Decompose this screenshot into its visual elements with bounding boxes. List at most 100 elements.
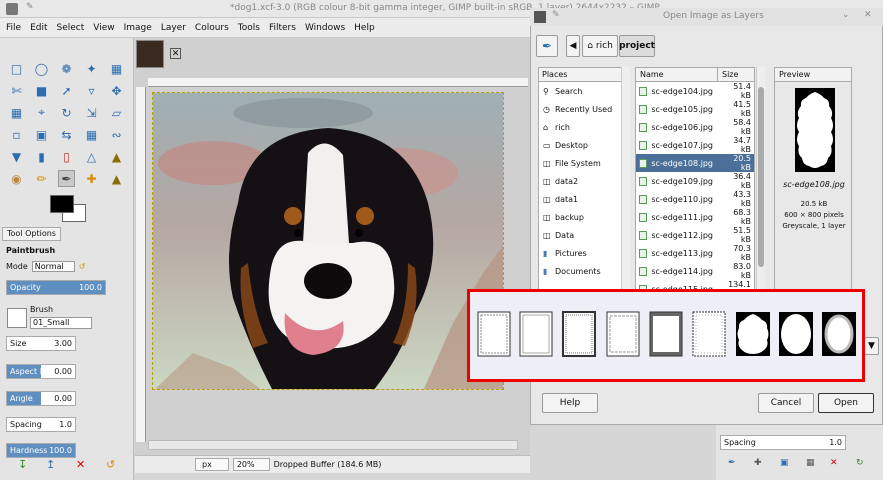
perspective-icon[interactable]: ▫ <box>8 126 25 143</box>
aspect-slider[interactable]: Aspect Ra... 0.00 <box>6 364 76 379</box>
tab-tool-options[interactable]: Tool Options <box>2 227 61 241</box>
cage-icon[interactable]: ▦ <box>83 126 100 143</box>
path-project-button[interactable]: project <box>619 35 655 57</box>
place-filesystem[interactable]: ◫ File System <box>539 154 629 172</box>
place-pictures[interactable]: ▮ Pictures <box>539 244 629 262</box>
file-row[interactable]: sc-edge105.jpg 41.5 kB <box>636 100 754 118</box>
path-rich-button[interactable]: ⌂ rich <box>582 35 618 57</box>
menu-edit[interactable]: Edit <box>30 23 47 33</box>
fuzzy-select-icon[interactable]: ✦ <box>83 60 100 77</box>
delete-layer-icon[interactable]: ✕ <box>830 458 838 468</box>
brush-preview[interactable] <box>7 308 27 328</box>
dialog-close-icon[interactable]: ✕ <box>864 10 872 20</box>
menu-filters[interactable]: Filters <box>269 23 296 33</box>
menu-view[interactable]: View <box>93 23 114 33</box>
place-data1[interactable]: ◫ data1 <box>539 190 629 208</box>
crop-icon[interactable]: ⌖ <box>33 104 50 121</box>
opacity-slider[interactable]: Opacity 100.0 <box>6 280 106 295</box>
color-select-icon[interactable]: ▦ <box>108 60 125 77</box>
foreground-select-icon[interactable]: ■ <box>33 82 50 99</box>
menu-windows[interactable]: Windows <box>305 23 345 33</box>
close-tab-icon[interactable]: ✕ <box>170 48 181 59</box>
foreground-color-swatch[interactable] <box>50 195 74 213</box>
restore-options-icon[interactable]: ↥ <box>46 458 55 471</box>
zoom-select[interactable]: 20% <box>232 458 270 471</box>
spacing-slider[interactable]: Spacing 1.0 <box>6 417 76 432</box>
file-row[interactable]: sc-edge109.jpg 36.4 kB <box>636 172 754 190</box>
save-options-icon[interactable]: ↧ <box>18 458 27 471</box>
file-row[interactable]: sc-edge111.jpg 68.3 kB <box>636 208 754 226</box>
unit-select[interactable]: px <box>195 458 229 471</box>
name-column-header[interactable]: Name <box>636 68 718 81</box>
smudge-icon[interactable]: ◉ <box>8 170 25 187</box>
dialog-minimize-icon[interactable]: ⌄ <box>842 10 850 20</box>
file-row[interactable]: sc-edge112.jpg 51.5 kB <box>636 226 754 244</box>
path-back-button[interactable]: ◀ <box>566 35 580 57</box>
place-backup[interactable]: ◫ backup <box>539 208 629 226</box>
pencil-icon[interactable]: ✏ <box>33 170 50 187</box>
scissors-icon[interactable]: ✄ <box>8 82 25 99</box>
image-tab-thumbnail[interactable] <box>136 40 164 68</box>
place-documents[interactable]: ▮ Documents <box>539 262 629 280</box>
menu-tools[interactable]: Tools <box>238 23 260 33</box>
menu-select[interactable]: Select <box>57 23 85 33</box>
refresh-icon[interactable]: ↻ <box>856 458 864 468</box>
file-row[interactable]: sc-edge104.jpg 51.4 kB <box>636 82 754 100</box>
transform-icon[interactable]: ▣ <box>33 126 50 143</box>
dog-image-canvas[interactable] <box>152 92 504 390</box>
menu-colours[interactable]: Colours <box>195 23 229 33</box>
align-icon[interactable]: ▦ <box>8 104 25 121</box>
new-layer-icon[interactable]: ✚ <box>754 458 762 468</box>
place-rich[interactable]: ⌂ rich <box>539 118 629 136</box>
shear-icon[interactable]: ▱ <box>108 104 125 121</box>
eraser-icon[interactable]: ▯ <box>58 148 75 165</box>
angle-slider[interactable]: Angle 0.00 <box>6 391 76 406</box>
reset-mode-icon[interactable]: ↺ <box>79 262 86 271</box>
file-row[interactable]: sc-edge110.jpg 43.3 kB <box>636 190 754 208</box>
place-search[interactable]: ⚲ Search <box>539 82 629 100</box>
paintbrush-icon[interactable]: ✒ <box>58 170 75 187</box>
horizontal-scrollbar[interactable] <box>148 440 518 450</box>
file-list-scroll-thumb[interactable] <box>758 87 764 267</box>
scale-icon[interactable]: ⇲ <box>83 104 100 121</box>
place-data2[interactable]: ◫ data2 <box>539 172 629 190</box>
reset-options-icon[interactable]: ↺ <box>106 458 115 471</box>
place-desktop[interactable]: ▭ Desktop <box>539 136 629 154</box>
move-icon[interactable]: ✥ <box>108 82 125 99</box>
file-type-dropdown[interactable]: ▼ <box>864 337 879 355</box>
cancel-button[interactable]: Cancel <box>758 393 814 413</box>
file-row[interactable]: sc-edge108.jpg 20.5 kB <box>636 154 754 172</box>
paths-icon[interactable]: ➚ <box>58 82 75 99</box>
size-slider[interactable]: Size 3.00 <box>6 336 76 351</box>
file-row[interactable]: sc-edge114.jpg 83.0 kB <box>636 262 754 280</box>
free-select-icon[interactable]: ❁ <box>58 60 75 77</box>
dodge-icon[interactable]: ▲ <box>108 170 125 187</box>
dock-spacing-slider[interactable]: Spacing 1.0 <box>720 435 846 450</box>
open-button[interactable]: Open <box>818 393 874 413</box>
blend-icon[interactable]: ▮ <box>33 148 50 165</box>
file-row[interactable]: sc-edge113.jpg 70.3 kB <box>636 244 754 262</box>
help-button[interactable]: Help <box>542 393 598 413</box>
rotate-icon[interactable]: ↻ <box>58 104 75 121</box>
bucket-fill-icon[interactable]: ▼ <box>8 148 25 165</box>
color-picker-icon[interactable]: ▿ <box>83 82 100 99</box>
rect-select-icon[interactable]: □ <box>8 60 25 77</box>
dialog-pin-icon[interactable]: ✎ <box>552 10 560 20</box>
merge-layer-icon[interactable]: ▦ <box>806 458 815 468</box>
edit-location-button[interactable]: ✒ <box>536 35 558 57</box>
hardness-slider[interactable]: Hardness 100.0 <box>6 443 76 458</box>
mode-select[interactable]: Normal <box>31 260 75 272</box>
size-column-header[interactable]: Size <box>718 68 742 81</box>
menu-file[interactable]: File <box>6 23 21 33</box>
brush-name-field[interactable]: 01_Small <box>30 317 92 329</box>
heal-icon[interactable]: ✚ <box>83 170 100 187</box>
delete-options-icon[interactable]: ✕ <box>76 458 85 471</box>
file-row[interactable]: sc-edge106.jpg 58.4 kB <box>636 118 754 136</box>
duplicate-layer-icon[interactable]: ▣ <box>780 458 789 468</box>
place-recent[interactable]: ◷ Recently Used <box>539 100 629 118</box>
menu-layer[interactable]: Layer <box>161 23 186 33</box>
menu-image[interactable]: Image <box>124 23 152 33</box>
menu-help[interactable]: Help <box>354 23 375 33</box>
edit-layer-icon[interactable]: ✒ <box>728 458 736 468</box>
flip-icon[interactable]: ⇆ <box>58 126 75 143</box>
